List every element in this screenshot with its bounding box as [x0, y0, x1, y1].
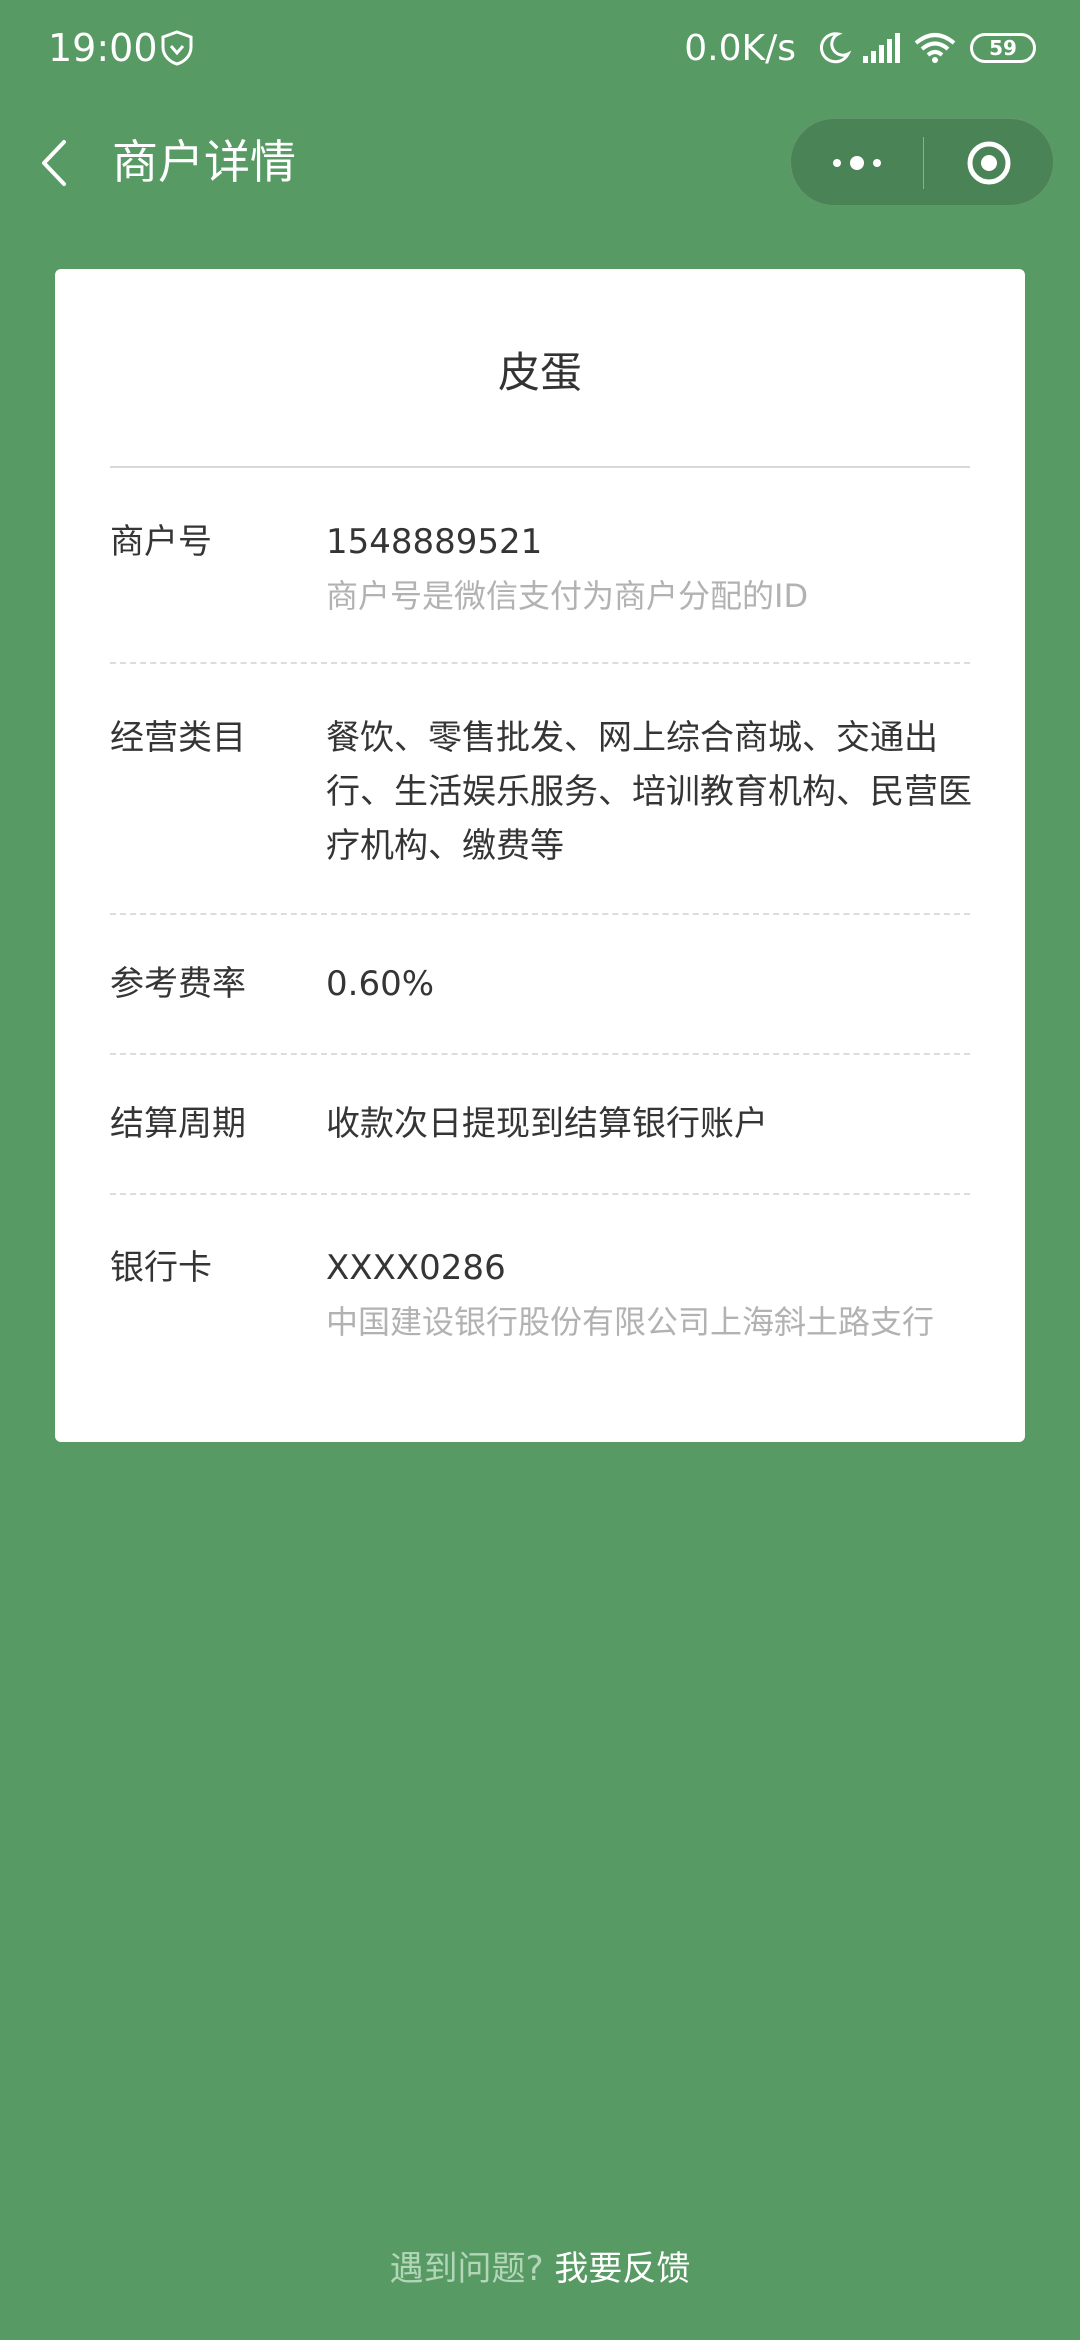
signal-icon — [863, 33, 900, 63]
row-label: 银行卡 — [110, 1248, 212, 1288]
nav-bar: 商户详情 — [0, 110, 1080, 214]
bank-card-value: XXXX0286 — [326, 1248, 506, 1288]
merchant-id-value: 1548889521 — [326, 522, 543, 562]
divider — [110, 1193, 970, 1195]
capsule-divider — [923, 137, 924, 189]
feedback-footer: 遇到问题? 我要反馈 — [0, 2244, 1080, 2294]
row-value: XXXX0286 中国建设银行股份有限公司上海斜土路支行 — [326, 1241, 972, 1349]
row-label: 经营类目 — [110, 718, 246, 758]
merchant-name: 皮蛋 — [497, 348, 582, 397]
wifi-icon — [914, 33, 956, 63]
divider — [110, 662, 970, 664]
battery-icon: 59 — [970, 33, 1036, 63]
header-divider — [110, 466, 970, 468]
battery-level: 59 — [989, 36, 1017, 60]
fee-rate-value: 0.60% — [326, 964, 435, 1004]
business-category-value: 餐饮、零售批发、网上综合商城、交通出行、生活娱乐服务、培训教育机构、民营医疗机构… — [326, 718, 972, 866]
divider — [110, 1053, 970, 1055]
status-indicators: 0.0K/s 59 — [684, 24, 1036, 72]
merchant-id-note: 商户号是微信支付为商户分配的ID — [326, 577, 809, 615]
moon-icon — [819, 32, 852, 64]
footer-question: 遇到问题? — [389, 2249, 544, 2289]
divider — [110, 913, 970, 915]
page-title: 商户详情 — [112, 135, 296, 189]
net-speed: 0.0K/s — [684, 27, 796, 69]
row-label: 结算周期 — [110, 1104, 246, 1144]
capsule-menu — [790, 118, 1054, 206]
row-label: 参考费率 — [110, 964, 246, 1004]
settlement-cycle-value: 收款次日提现到结算银行账户 — [326, 1104, 768, 1144]
status-bar: 19:00 0.0K/s 59 — [0, 0, 1080, 96]
more-icon[interactable] — [827, 143, 887, 183]
back-icon[interactable] — [36, 138, 76, 188]
row-label: 商户号 — [110, 522, 212, 562]
merchant-card: 皮蛋 商户号 1548889521 商户号是微信支付为商户分配的ID 经营类目 … — [55, 269, 1025, 1442]
shield-icon — [161, 30, 193, 66]
bank-name: 中国建设银行股份有限公司上海斜土路支行 — [326, 1303, 935, 1341]
feedback-link[interactable]: 我要反馈 — [554, 2249, 690, 2289]
close-icon[interactable] — [965, 139, 1013, 187]
row-value: 1548889521 商户号是微信支付为商户分配的ID — [326, 515, 972, 623]
status-time: 19:00 — [48, 26, 158, 70]
